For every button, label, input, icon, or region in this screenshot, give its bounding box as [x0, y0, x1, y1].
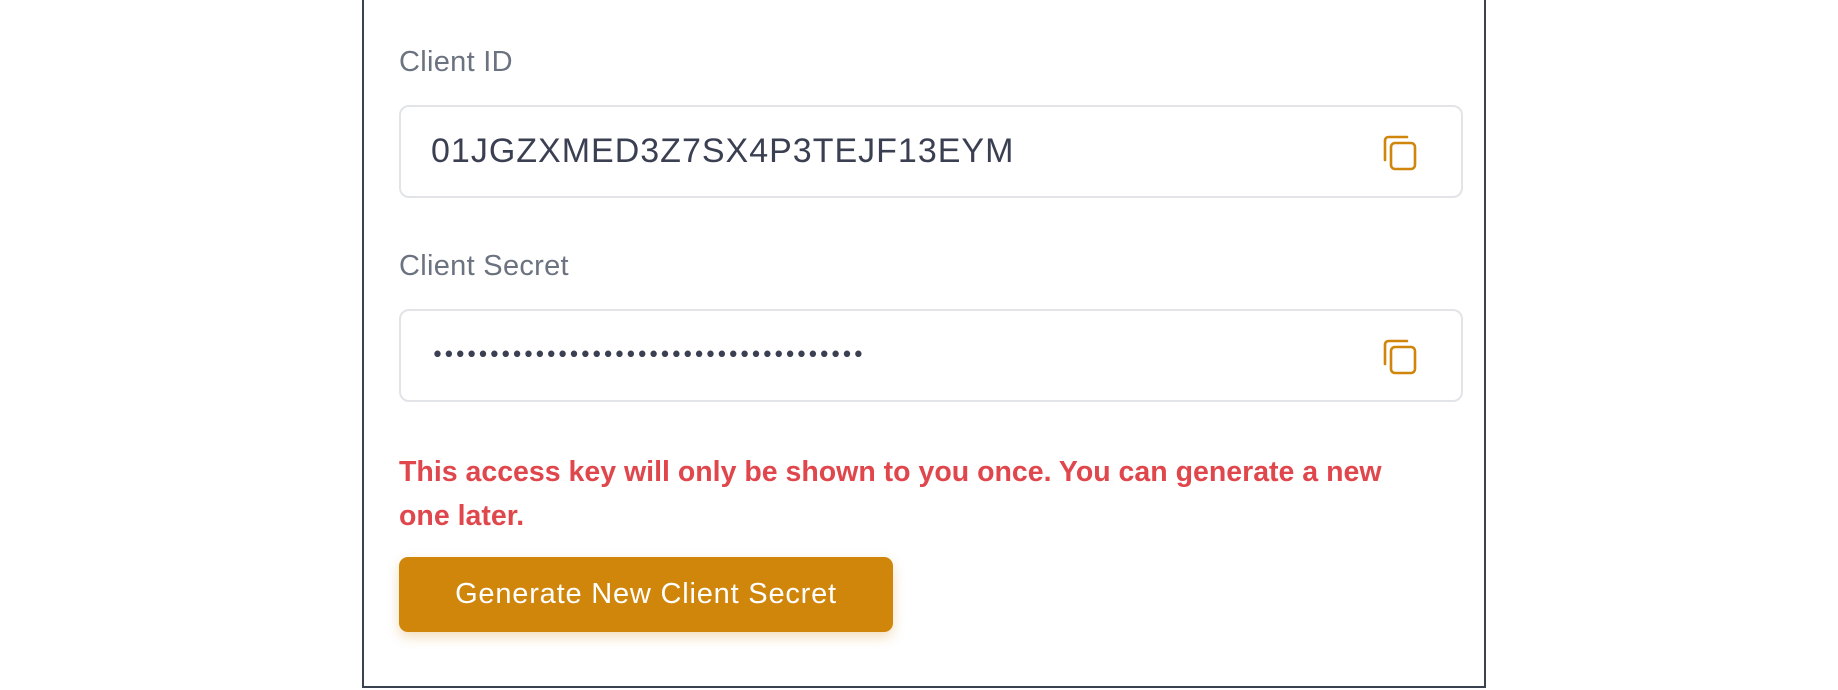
copy-client-id-button[interactable]: [1379, 133, 1419, 173]
copy-icon: [1383, 135, 1417, 171]
client-secret-value: ••••••••••••••••••••••••••••••••••••••: [431, 343, 865, 368]
copy-icon: [1383, 339, 1417, 375]
client-secret-field[interactable]: ••••••••••••••••••••••••••••••••••••••: [399, 309, 1463, 402]
client-id-value: 01JGZXMED3Z7SX4P3TEJF13EYM: [431, 132, 1015, 170]
client-id-label: Client ID: [399, 46, 513, 78]
access-key-warning: This access key will only be shown to yo…: [399, 456, 1382, 532]
copy-client-secret-button[interactable]: [1379, 337, 1419, 377]
generate-new-client-secret-button[interactable]: Generate New Client Secret: [399, 557, 893, 632]
client-credentials-panel: Client ID 01JGZXMED3Z7SX4P3TEJF13EYM Cli…: [362, 0, 1486, 688]
client-secret-label: Client Secret: [399, 250, 569, 282]
client-id-field[interactable]: 01JGZXMED3Z7SX4P3TEJF13EYM: [399, 105, 1463, 198]
